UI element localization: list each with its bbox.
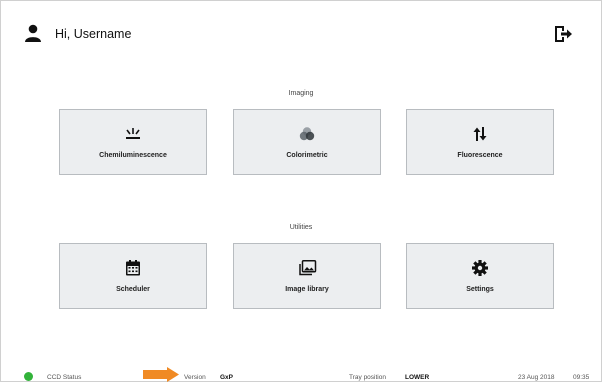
arrow-icon [143,367,179,382]
chemiluminescence-icon [126,127,140,139]
fluorescence-label: Fluorescence [457,151,503,159]
settings-tile[interactable]: Settings [406,243,554,309]
tray-position-label: Tray position [349,374,386,381]
imaging-section-title: Imaging [288,90,314,97]
settings-label: Settings [466,285,494,293]
logout-icon[interactable] [553,25,573,43]
colorimetric-label: Colorimetric [286,151,328,159]
scheduler-label: Scheduler [116,285,150,293]
date-text: 23 Aug 2018 [518,374,555,381]
app-frame [0,0,602,382]
image-library-tile[interactable]: Image library [233,243,381,309]
tray-position-value: LOWER [405,374,430,381]
chemiluminescence-label: Chemiluminescence [99,151,167,159]
fluorescence-icon [473,126,487,141]
user-icon [25,24,41,42]
utilities-section-title: Utilities [289,224,313,231]
ccd-status-label: CCD Status [47,374,82,381]
colorimetric-tile[interactable]: Colorimetric [233,109,381,175]
image-library-label: Image library [285,285,329,293]
greeting-text: Hi, Username [55,27,132,41]
version-label: Version [184,374,206,381]
version-value: GxP [220,374,234,381]
image-library-icon [299,259,317,275]
ccd-status-indicator [24,372,33,381]
colorimetric-icon [299,126,315,140]
scheduler-tile[interactable]: Scheduler [59,243,207,309]
gear-icon [472,259,488,276]
calendar-icon [126,259,140,275]
fluorescence-tile[interactable]: Fluorescence [406,109,554,175]
time-text: 09:35 [573,374,590,381]
chemiluminescence-tile[interactable]: Chemiluminescence [59,109,207,175]
